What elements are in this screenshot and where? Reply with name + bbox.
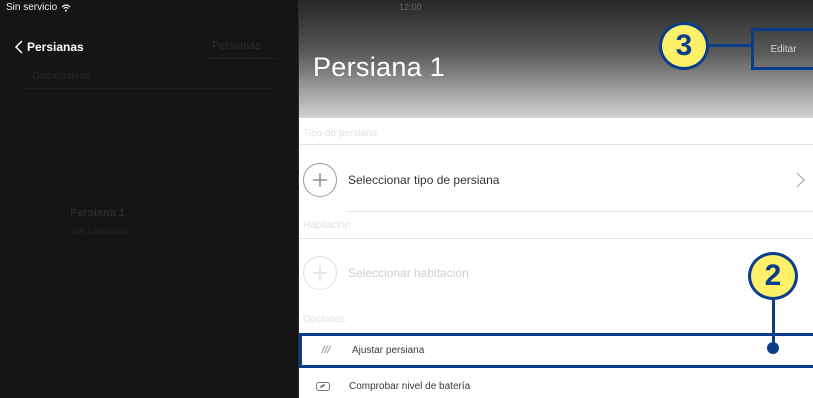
chevron-right-icon	[796, 172, 805, 188]
select-room-row[interactable]: Seleccionar habitación	[299, 255, 813, 291]
section-label-room: Habitación	[303, 220, 351, 231]
divider	[206, 58, 276, 59]
section-label-options: Opciones	[303, 314, 346, 325]
divider	[347, 211, 813, 212]
callout-badge-3: 3	[659, 22, 709, 70]
status-bar: Sin servicio	[6, 2, 71, 13]
select-type-row[interactable]: Seleccionar tipo de persiana	[299, 162, 813, 198]
sidebar-item-title[interactable]: Persiana 1	[70, 207, 125, 219]
callout-connector	[772, 296, 775, 348]
header-time: 12:00	[399, 2, 422, 12]
select-type-label: Seleccionar tipo de persiana	[348, 173, 500, 187]
battery-icon	[316, 381, 330, 391]
adjust-blind-row[interactable]: /// Ajustar persiana	[299, 333, 813, 368]
sidebar-subheading: Dispositivos	[32, 70, 91, 82]
adjust-blind-label: Ajustar persiana	[352, 345, 425, 356]
battery-check-row[interactable]: Comprobar nivel de batería	[299, 374, 813, 398]
select-room-label: Seleccionar habitación	[348, 266, 469, 280]
divider	[24, 88, 274, 89]
callout-badge-2: 2	[748, 252, 798, 300]
edit-button[interactable]: Editar	[751, 28, 813, 70]
slats-icon: ///	[321, 345, 331, 356]
battery-check-label: Comprobar nivel de batería	[349, 380, 471, 392]
divider	[299, 238, 813, 239]
detail-pane: 12:00 Persiana 1 Editar Tipo de persiana…	[299, 0, 813, 398]
detail-header: 12:00 Persiana 1 Editar	[299, 0, 813, 118]
plus-circle-icon	[303, 256, 337, 290]
sidebar-item-subtitle: Sin habitación	[72, 226, 129, 236]
sidebar-right-label: Persianas	[212, 40, 261, 52]
callout-dot	[767, 342, 779, 354]
divider	[299, 144, 813, 145]
page-title: Persiana 1	[313, 52, 446, 82]
back-label: Persianas	[27, 40, 84, 54]
callout-connector	[709, 44, 753, 47]
plus-circle-icon	[303, 163, 337, 197]
carrier-text: Sin servicio	[6, 2, 58, 13]
sidebar-pane: Sin servicio Persianas Persianas Disposi…	[0, 0, 299, 398]
section-label-type: Tipo de persiana	[303, 128, 378, 139]
back-button[interactable]: Persianas	[14, 40, 84, 54]
wifi-icon	[61, 3, 71, 12]
chevron-left-icon	[14, 40, 23, 54]
